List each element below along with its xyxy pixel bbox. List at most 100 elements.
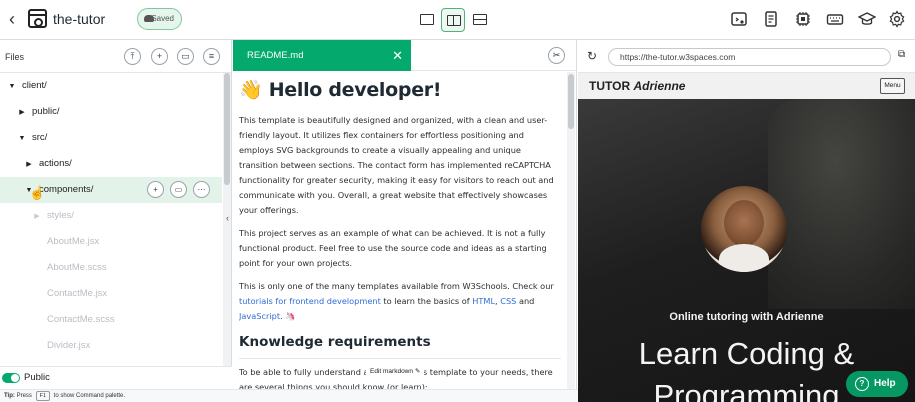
new-folder-button[interactable]: ▭ bbox=[177, 48, 194, 65]
file-tree: ▼ client/▶ public/▼ src/▶ actions/▼ component… bbox=[0, 73, 222, 359]
new-folder-in-folder-button[interactable]: ▭ bbox=[170, 181, 187, 198]
saved-status-badge: Saved bbox=[137, 8, 182, 30]
tree-item[interactable]: AboutMe.scss bbox=[0, 255, 222, 281]
tools-icon: ✂ bbox=[552, 50, 561, 60]
public-toggle[interactable] bbox=[2, 373, 20, 383]
public-label: Public bbox=[24, 372, 50, 383]
project-paragraph: This project serves as an example of wha… bbox=[239, 228, 547, 268]
open-external-icon[interactable]: ⧉ bbox=[898, 49, 910, 63]
tree-item[interactable]: ContactMe.scss bbox=[0, 307, 222, 333]
hero-background-shape bbox=[768, 99, 915, 309]
files-panel: Files ⤒ + ▭ ≡ ▼ client/ ▶ public/ ▼ src/ ▶ acti… bbox=[0, 40, 232, 366]
top-bar: ‹ the-tutor Saved bbox=[0, 0, 915, 40]
caret-down-icon[interactable]: ▼ bbox=[7, 74, 17, 100]
tree-item[interactable]: ▶ public/ bbox=[0, 99, 222, 125]
tree-item[interactable]: ▼ components/☝ + ▭ ⋯ bbox=[0, 177, 222, 203]
html-link[interactable]: HTML bbox=[472, 296, 495, 306]
tutorials-link[interactable]: tutorials for frontend development bbox=[239, 296, 381, 306]
caret-down-icon[interactable]: ▼ bbox=[17, 126, 27, 152]
tree-item[interactable]: ▶ actions/ bbox=[0, 151, 222, 177]
site-brand-plain: TUTOR bbox=[589, 79, 631, 93]
split-horizontal-icon bbox=[473, 14, 487, 25]
refresh-icon[interactable]: ↻ bbox=[587, 49, 597, 63]
document-icon bbox=[765, 11, 777, 27]
editor-panel: README.md ✕ ✂ 👋 Hello developer! This te… bbox=[233, 40, 577, 389]
tab-readme[interactable]: README.md ✕ bbox=[233, 40, 411, 71]
mouse-pointer-icon: ☝ bbox=[29, 185, 46, 200]
tree-item-label: public/ bbox=[32, 106, 60, 117]
templates-text-2: to learn the basics of bbox=[380, 296, 473, 306]
new-file-button[interactable]: + bbox=[151, 48, 168, 65]
upload-icon: ⤒ bbox=[130, 51, 135, 61]
upload-button[interactable]: ⤒ bbox=[124, 48, 141, 65]
layout-split-horizontal-button[interactable] bbox=[468, 8, 492, 32]
keyboard-icon bbox=[826, 14, 844, 25]
editor-scrollbar-thumb[interactable] bbox=[568, 74, 574, 129]
pencil-icon: ✎ bbox=[414, 368, 421, 375]
back-arrow-icon[interactable]: ‹ bbox=[4, 9, 20, 29]
help-button[interactable]: ? Help bbox=[846, 371, 908, 397]
tree-item-label: actions/ bbox=[39, 158, 72, 169]
close-tab-icon[interactable]: ✕ bbox=[392, 40, 403, 71]
editor-tab-bar: README.md ✕ ✂ bbox=[233, 40, 576, 71]
tree-item[interactable]: ▼ src/ bbox=[0, 125, 222, 151]
filter-button[interactable]: ≡ bbox=[203, 48, 220, 65]
tree-item[interactable]: AboutMe.jsx bbox=[0, 229, 222, 255]
tree-item-label: styles/ bbox=[47, 210, 74, 221]
keyboard-button[interactable] bbox=[826, 10, 844, 28]
settings-button[interactable] bbox=[888, 10, 906, 28]
tree-item-label: AboutMe.scss bbox=[47, 262, 107, 273]
readme-heading-text: Hello developer! bbox=[268, 79, 442, 101]
hero-subtitle: Online tutoring with Adrienne bbox=[669, 311, 824, 323]
single-pane-icon bbox=[420, 14, 434, 25]
javascript-link[interactable]: JavaScript bbox=[239, 311, 280, 321]
preview-url-field[interactable]: https://the-tutor.w3spaces.com bbox=[608, 48, 891, 66]
files-scrollbar-thumb[interactable] bbox=[224, 73, 230, 185]
site-hero: Online tutoring with Adrienne Learn Codi… bbox=[578, 99, 915, 402]
split-vertical-icon bbox=[447, 15, 461, 26]
graduation-cap-icon bbox=[857, 12, 877, 25]
edit-markdown-button[interactable]: Edit markdown ✎ bbox=[366, 365, 425, 379]
saved-label: Saved bbox=[151, 14, 174, 23]
website-preview: TUTOR Adrienne Menu Online tutoring with… bbox=[578, 73, 915, 402]
waving-hand-emoji: 👋 bbox=[239, 79, 263, 101]
tools-button[interactable]: ✂ bbox=[548, 47, 565, 64]
tip-rest: to show Command palette. bbox=[53, 393, 126, 399]
tip-label: Tip: bbox=[4, 393, 15, 399]
tab-label: README.md bbox=[247, 50, 304, 61]
terminal-icon bbox=[731, 12, 747, 26]
templates-text-1: This is only one of the many templates a… bbox=[239, 281, 554, 291]
markdown-preview: 👋 Hello developer! This template is beau… bbox=[239, 74, 561, 389]
tree-item-label: ContactMe.scss bbox=[47, 314, 115, 325]
editor-scrollbar[interactable] bbox=[567, 72, 575, 389]
cpu-button[interactable] bbox=[794, 10, 812, 28]
intro-paragraph: This template is beautifully designed an… bbox=[239, 115, 554, 215]
layout-single-button[interactable] bbox=[415, 8, 439, 32]
more-options-button[interactable]: ⋯ bbox=[193, 181, 210, 198]
files-header: Files ⤒ + ▭ ≡ bbox=[0, 40, 231, 73]
terminal-image-button[interactable] bbox=[730, 10, 748, 28]
hero-title-line-1: Learn Coding & bbox=[638, 336, 855, 371]
caret-right-icon[interactable]: ▶ bbox=[32, 204, 42, 230]
caret-right-icon[interactable]: ▶ bbox=[17, 100, 27, 126]
help-question-icon: ? bbox=[855, 377, 869, 391]
new-file-icon: + bbox=[156, 51, 163, 61]
css-link[interactable]: CSS bbox=[500, 296, 516, 306]
new-file-in-folder-button[interactable]: + bbox=[147, 181, 164, 198]
site-brand[interactable]: TUTOR Adrienne bbox=[589, 79, 685, 93]
templates-paragraph: This is only one of the many templates a… bbox=[239, 279, 561, 324]
tree-item[interactable]: ContactMe.jsx bbox=[0, 281, 222, 307]
document-button[interactable] bbox=[762, 10, 780, 28]
templates-text-4: and bbox=[516, 296, 535, 306]
new-folder-icon: ▭ bbox=[181, 51, 190, 61]
caret-right-icon[interactable]: ▶ bbox=[24, 152, 34, 178]
templates-text-5: . 🦄 bbox=[280, 311, 296, 321]
learn-button[interactable] bbox=[857, 10, 877, 28]
site-menu-button[interactable]: Menu bbox=[880, 78, 905, 94]
tree-item[interactable]: ▶ styles/ bbox=[0, 203, 222, 229]
tree-item-label: ContactMe.jsx bbox=[47, 288, 108, 299]
site-brand-italic: Adrienne bbox=[633, 79, 686, 93]
tree-item[interactable]: ▼ client/ bbox=[0, 73, 222, 99]
tree-item[interactable]: Divider.jsx bbox=[0, 333, 222, 359]
layout-split-vertical-button[interactable] bbox=[441, 8, 465, 32]
